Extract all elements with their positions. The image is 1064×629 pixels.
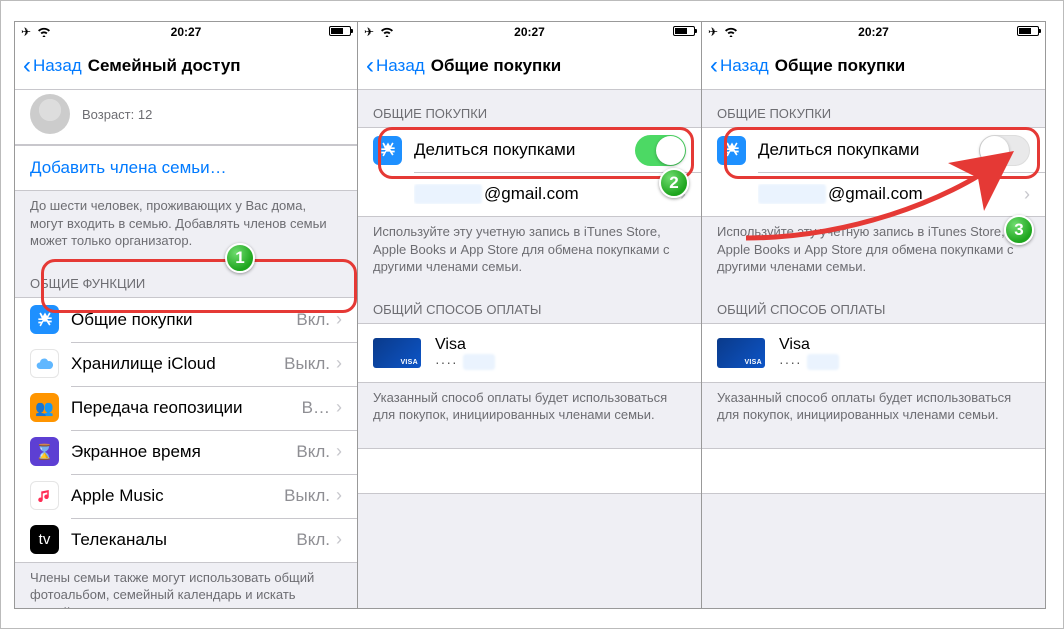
row-screen-time[interactable]: ⌛ Экранное время Вкл. › xyxy=(15,430,357,474)
add-member-link[interactable]: Добавить члена семьи… xyxy=(15,146,357,190)
email-blur: xxxxxxxx xyxy=(758,184,826,204)
chevron-right-icon: › xyxy=(1024,184,1030,205)
battery-icon xyxy=(1017,26,1039,36)
card-last-digits: ···· xxxx xyxy=(779,354,841,370)
row-share-purchases: Делиться покупками xyxy=(702,128,1045,172)
status-time: 20:27 xyxy=(171,25,202,39)
wifi-icon xyxy=(37,26,51,37)
battery-icon xyxy=(673,26,695,36)
back-label: Назад xyxy=(720,56,769,76)
shared-purchases-header: ОБЩИЕ ПОКУПКИ xyxy=(358,90,701,127)
card-icon xyxy=(373,338,421,368)
airplane-icon: ✈ xyxy=(21,25,31,39)
row-icloud-storage[interactable]: Хранилище iCloud Выкл. › xyxy=(15,342,357,386)
nav-bar: ‹ Назад Общие покупки xyxy=(358,42,701,90)
status-time: 20:27 xyxy=(858,25,889,39)
card-brand: Visa xyxy=(435,336,497,354)
step-badge-3: 3 xyxy=(1004,215,1034,245)
nav-title: Общие покупки xyxy=(775,56,906,76)
card-icon xyxy=(717,338,765,368)
avatar-icon xyxy=(30,94,70,134)
tv-icon: tv xyxy=(30,525,59,554)
member-age: Возраст: 12 xyxy=(82,107,152,122)
card-brand: Visa xyxy=(779,336,841,354)
phone-screen-3: ✈ 20:27 ‹ Назад Общие покупки ОБЩИЕ ПОКУ… xyxy=(702,21,1046,609)
back-label: Назад xyxy=(33,56,82,76)
family-member-row[interactable]: Возраст: 12 xyxy=(15,90,357,145)
chevron-left-icon: ‹ xyxy=(366,54,374,78)
chevron-right-icon: › xyxy=(336,485,342,506)
step-badge-1: 1 xyxy=(225,243,255,273)
bottom-footer: Члены семьи также могут использовать общ… xyxy=(15,563,357,608)
row-account-email[interactable]: xxxxxxxx@gmail.com › xyxy=(702,172,1045,216)
payment-method-header: ОБЩИЙ СПОСОБ ОПЛАТЫ xyxy=(702,286,1045,323)
icloud-icon xyxy=(30,349,59,378)
row-location-sharing[interactable]: 👥 Передача геопозиции В… › xyxy=(15,386,357,430)
payment-footer: Указанный способ оплаты будет использова… xyxy=(358,383,701,434)
nav-title: Общие покупки xyxy=(431,56,562,76)
account-footer: Используйте эту учетную запись в iTunes … xyxy=(358,217,701,286)
card-last-digits: ···· xxxx xyxy=(435,354,497,370)
chevron-left-icon: ‹ xyxy=(23,54,31,78)
nav-bar: ‹ Назад Семейный доступ xyxy=(15,42,357,90)
appstore-icon xyxy=(717,136,746,165)
shared-purchases-header: ОБЩИЕ ПОКУПКИ xyxy=(702,90,1045,127)
airplane-icon: ✈ xyxy=(708,25,718,39)
chevron-right-icon: › xyxy=(336,529,342,550)
share-purchases-toggle[interactable] xyxy=(635,135,686,166)
wifi-icon xyxy=(380,26,394,37)
nav-bar: ‹ Назад Общие покупки xyxy=(702,42,1045,90)
row-shared-purchases[interactable]: Общие покупки Вкл. › xyxy=(15,298,357,342)
close-sharing-button[interactable]: Закрыть общий доступ xyxy=(358,449,701,493)
chevron-right-icon: › xyxy=(336,309,342,330)
row-payment-card[interactable]: Visa ···· xxxx xyxy=(358,324,701,382)
hourglass-icon: ⌛ xyxy=(30,437,59,466)
wifi-icon xyxy=(724,26,738,37)
back-label: Назад xyxy=(376,56,425,76)
chevron-left-icon: ‹ xyxy=(710,54,718,78)
music-icon xyxy=(30,481,59,510)
payment-footer: Указанный способ оплаты будет использова… xyxy=(702,383,1045,434)
chevron-right-icon: › xyxy=(336,353,342,374)
close-sharing-button[interactable]: Закрыть общий доступ xyxy=(702,449,1045,493)
email-blur: xxxxxxxx xyxy=(414,184,482,204)
row-share-purchases: Делиться покупками xyxy=(358,128,701,172)
status-bar: ✈ 20:27 xyxy=(358,22,701,42)
back-button[interactable]: ‹ Назад xyxy=(710,54,769,78)
chevron-right-icon: › xyxy=(336,441,342,462)
back-button[interactable]: ‹ Назад xyxy=(23,54,82,78)
nav-title: Семейный доступ xyxy=(88,56,241,76)
back-button[interactable]: ‹ Назад xyxy=(366,54,425,78)
phone-screen-1: ✈ 20:27 ‹ Назад Семейный доступ Возраст:… xyxy=(14,21,358,609)
payment-method-header: ОБЩИЙ СПОСОБ ОПЛАТЫ xyxy=(358,286,701,323)
step-badge-2: 2 xyxy=(659,168,689,198)
phone-screen-2: ✈ 20:27 ‹ Назад Общие покупки ОБЩИЕ ПОКУ… xyxy=(358,21,702,609)
airplane-icon: ✈ xyxy=(364,25,374,39)
location-icon: 👥 xyxy=(30,393,59,422)
row-apple-music[interactable]: Apple Music Выкл. › xyxy=(15,474,357,518)
row-payment-card[interactable]: Visa ···· xxxx xyxy=(702,324,1045,382)
family-limit-footer: До шести человек, проживающих у Вас дома… xyxy=(15,191,357,260)
share-purchases-toggle[interactable] xyxy=(979,135,1030,166)
row-tv-channels[interactable]: tv Телеканалы Вкл. › xyxy=(15,518,357,562)
status-bar: ✈ 20:27 xyxy=(702,22,1045,42)
appstore-icon xyxy=(30,305,59,334)
status-bar: ✈ 20:27 xyxy=(15,22,357,42)
appstore-icon xyxy=(373,136,402,165)
account-footer: Используйте эту учетную запись в iTunes … xyxy=(702,217,1045,286)
status-time: 20:27 xyxy=(514,25,545,39)
chevron-right-icon: › xyxy=(336,397,342,418)
battery-icon xyxy=(329,26,351,36)
shared-functions-header: ОБЩИЕ ФУНКЦИИ xyxy=(15,260,357,297)
row-account-email[interactable]: xxxxxxxx@gmail.com › xyxy=(358,172,701,216)
